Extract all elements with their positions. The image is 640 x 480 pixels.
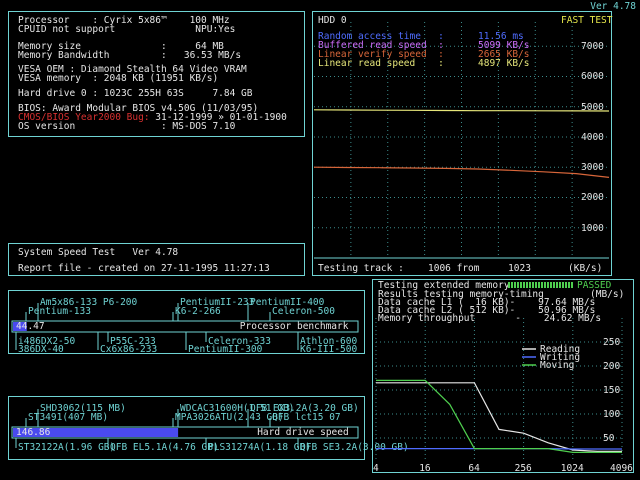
memory-series-line	[376, 382, 622, 452]
legend-label: Moving	[540, 360, 575, 371]
memory-timing-chart	[375, 318, 623, 462]
memory-series-line	[376, 379, 622, 453]
